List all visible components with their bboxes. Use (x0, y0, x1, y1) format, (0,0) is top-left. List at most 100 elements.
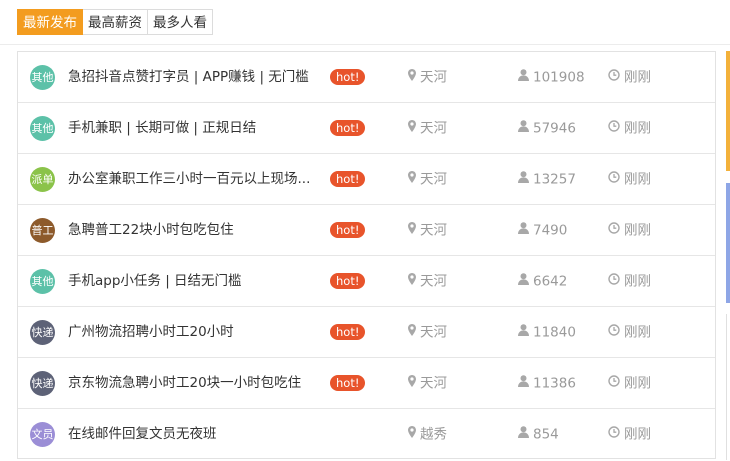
job-list: 其他 急招抖音点赞打字员 | APP赚钱 | 无门槛 hot! 天河 101908 刚刚其… (17, 51, 716, 459)
view-count: 854 (518, 409, 559, 460)
location-pin-icon (408, 307, 416, 358)
view-count-text: 13257 (533, 171, 576, 188)
location-text: 天河 (420, 120, 447, 137)
category-badge: 其他 (30, 65, 55, 90)
tab-highest-salary[interactable]: 最高薪资 (83, 9, 148, 35)
job-title-link[interactable]: 急招抖音点赞打字员 | APP赚钱 | 无门槛 (68, 52, 326, 103)
location-pin-icon (408, 103, 416, 154)
tab-most-viewed[interactable]: 最多人看 (148, 9, 213, 35)
post-time: 刚刚 (608, 154, 651, 205)
job-row[interactable]: 快递 京东物流急聘小时工20块一小时包吃住 hot! 天河 11386 刚刚 (18, 358, 715, 409)
side-panel-grey (726, 314, 730, 460)
view-count: 7490 (518, 205, 567, 256)
location-text: 天河 (420, 222, 447, 239)
job-row[interactable]: 派单 办公室兼职工作三小时一百元以上现场... hot! 天河 13257 刚刚 (18, 154, 715, 205)
location-text: 天河 (420, 171, 447, 188)
post-time-text: 刚刚 (624, 375, 651, 392)
location-pin-icon (408, 205, 416, 256)
category-badge: 普工 (30, 218, 55, 243)
user-icon (518, 307, 529, 358)
clock-icon (608, 307, 620, 358)
location: 天河 (408, 256, 447, 307)
location: 天河 (408, 154, 447, 205)
location-pin-icon (408, 409, 416, 460)
user-icon (518, 205, 529, 256)
job-title-link[interactable]: 手机兼职 | 长期可做 | 正规日结 (68, 103, 326, 154)
tab-bar: 最新发布 最高薪资 最多人看 (17, 9, 213, 35)
hot-badge: hot! (330, 222, 366, 238)
view-count-text: 11840 (533, 324, 576, 341)
post-time-text: 刚刚 (624, 69, 651, 86)
hot-badge: hot! (330, 171, 366, 187)
user-icon (518, 358, 529, 409)
user-icon (518, 409, 529, 460)
category-badge: 快递 (30, 371, 55, 396)
divider (0, 44, 730, 45)
category-badge: 快递 (30, 320, 55, 345)
category-badge: 其他 (30, 269, 55, 294)
hot-badge: hot! (330, 273, 366, 289)
view-count-text: 101908 (533, 69, 585, 86)
location-pin-icon (408, 358, 416, 409)
location: 越秀 (408, 409, 447, 460)
view-count-text: 57946 (533, 120, 576, 137)
job-row[interactable]: 其他 急招抖音点赞打字员 | APP赚钱 | 无门槛 hot! 天河 101908 刚刚 (18, 52, 715, 103)
post-time: 刚刚 (608, 256, 651, 307)
post-time-text: 刚刚 (624, 426, 651, 443)
post-time: 刚刚 (608, 307, 651, 358)
job-title-link[interactable]: 手机app小任务 | 日结无门槛 (68, 256, 326, 307)
job-title-link[interactable]: 急聘普工22块小时包吃包住 (68, 205, 326, 256)
post-time-text: 刚刚 (624, 222, 651, 239)
side-panel-blue (726, 183, 730, 303)
location-text: 天河 (420, 324, 447, 341)
location: 天河 (408, 205, 447, 256)
location-pin-icon (408, 154, 416, 205)
location-pin-icon (408, 52, 416, 103)
user-icon (518, 154, 529, 205)
clock-icon (608, 103, 620, 154)
hot-badge: hot! (330, 120, 366, 136)
location-text: 越秀 (420, 426, 447, 443)
location: 天河 (408, 52, 447, 103)
post-time: 刚刚 (608, 205, 651, 256)
job-row[interactable]: 其他 手机兼职 | 长期可做 | 正规日结 hot! 天河 57946 刚刚 (18, 103, 715, 154)
job-title-link[interactable]: 京东物流急聘小时工20块一小时包吃住 (68, 358, 326, 409)
view-count: 6642 (518, 256, 567, 307)
user-icon (518, 52, 529, 103)
post-time: 刚刚 (608, 358, 651, 409)
view-count-text: 6642 (533, 273, 568, 290)
location: 天河 (408, 307, 447, 358)
job-row[interactable]: 普工 急聘普工22块小时包吃包住 hot! 天河 7490 刚刚 (18, 205, 715, 256)
location: 天河 (408, 358, 447, 409)
category-badge: 文员 (30, 422, 55, 447)
job-title-link[interactable]: 办公室兼职工作三小时一百元以上现场... (68, 154, 326, 205)
clock-icon (608, 358, 620, 409)
job-row[interactable]: 其他 手机app小任务 | 日结无门槛 hot! 天河 6642 刚刚 (18, 256, 715, 307)
view-count: 11386 (518, 358, 576, 409)
view-count-text: 854 (533, 426, 559, 443)
location-text: 天河 (420, 69, 447, 86)
post-time-text: 刚刚 (624, 120, 651, 137)
job-row[interactable]: 快递 广州物流招聘小时工20小时 hot! 天河 11840 刚刚 (18, 307, 715, 358)
post-time-text: 刚刚 (624, 273, 651, 290)
tab-latest[interactable]: 最新发布 (17, 9, 83, 35)
hot-badge: hot! (330, 324, 366, 340)
post-time: 刚刚 (608, 103, 651, 154)
hot-badge: hot! (330, 69, 366, 85)
job-title-link[interactable]: 在线邮件回复文员无夜班 (68, 409, 326, 460)
category-badge: 派单 (30, 167, 55, 192)
side-panel-orange (726, 51, 730, 171)
hot-badge: hot! (330, 375, 366, 391)
clock-icon (608, 409, 620, 460)
location: 天河 (408, 103, 447, 154)
post-time-text: 刚刚 (624, 324, 651, 341)
job-row[interactable]: 文员 在线邮件回复文员无夜班 越秀 854 刚刚 (18, 409, 715, 460)
view-count: 57946 (518, 103, 576, 154)
view-count: 11840 (518, 307, 576, 358)
job-title-link[interactable]: 广州物流招聘小时工20小时 (68, 307, 326, 358)
view-count: 101908 (518, 52, 585, 103)
user-icon (518, 256, 529, 307)
post-time: 刚刚 (608, 52, 651, 103)
user-icon (518, 103, 529, 154)
category-badge: 其他 (30, 116, 55, 141)
